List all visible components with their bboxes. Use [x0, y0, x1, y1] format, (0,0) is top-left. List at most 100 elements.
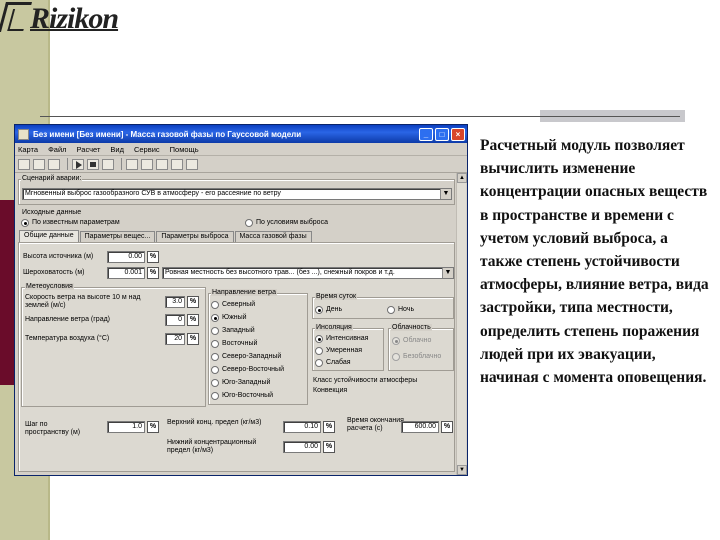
height-input[interactable]: 0.00 [107, 251, 145, 263]
paste-icon[interactable] [186, 158, 198, 170]
radio-south-east[interactable] [211, 392, 219, 400]
roughness-desc: Ровная местность без высотного трав... (… [165, 269, 395, 276]
roughness-select[interactable]: Ровная местность без высотного трав... (… [162, 267, 454, 279]
chevron-down-icon[interactable]: ▼ [442, 268, 453, 278]
tab-release[interactable]: Параметры выброса [156, 231, 234, 242]
scenario-label: Сценарий аварии: [21, 175, 83, 182]
scroll-up-icon[interactable]: ▲ [457, 173, 467, 183]
toolbar-separator [67, 158, 68, 170]
menu-item-map[interactable]: Карта [18, 145, 38, 154]
scenario-select[interactable]: Мгновенный выброс газообразного СУВ в ат… [22, 188, 452, 200]
cut-icon[interactable] [156, 158, 168, 170]
client-area: ▲ ▼ Сценарий аварии: Мгновенный выброс г… [15, 173, 467, 475]
tab-strip: Общие данные Параметры вещес... Параметр… [19, 230, 313, 242]
maroon-accent-bar [0, 200, 14, 385]
roughness-label: Шероховатость (м) [23, 269, 85, 276]
menu-item-file[interactable]: Файл [48, 145, 66, 154]
radio-north[interactable] [211, 301, 219, 309]
radio-east[interactable] [211, 340, 219, 348]
north-east-label: Северо-Восточный [222, 366, 284, 373]
app-window: Без имени [Без имени] - Масса газовой фа… [14, 124, 468, 476]
new-file-icon[interactable] [18, 158, 30, 170]
report-icon[interactable] [126, 158, 138, 170]
calc-time-end-icon[interactable]: % [441, 421, 453, 433]
window-titlebar[interactable]: Без имени [Без имени] - Масса газовой фа… [15, 125, 467, 143]
vertical-scrollbar[interactable]: ▲ ▼ [456, 173, 467, 475]
radio-north-west[interactable] [211, 353, 219, 361]
radio-known-params[interactable] [21, 219, 29, 227]
wind-speed-input[interactable]: 3.0 [165, 296, 185, 308]
pause-icon[interactable] [102, 158, 114, 170]
radio-clear[interactable] [392, 353, 400, 361]
toolbar [15, 156, 467, 173]
known-params-label: По известным параметрам [32, 219, 120, 226]
lower-limit-input[interactable]: 0.00 [283, 441, 321, 453]
slide-description: Расчетный модуль позволяет вычислить изм… [480, 137, 709, 387]
maximize-button[interactable]: □ [435, 127, 449, 141]
north-west-label: Северо-Западный [222, 353, 282, 360]
calc-upper-limit-icon[interactable]: % [323, 421, 335, 433]
stability-label: Класс устойчивости атмосферы [313, 377, 418, 384]
calc-step-icon[interactable]: % [147, 421, 159, 433]
radio-night[interactable] [387, 306, 395, 314]
night-label: Ночь [398, 306, 415, 313]
calc-wind-speed-icon[interactable]: % [187, 296, 199, 308]
save-file-icon[interactable] [48, 158, 60, 170]
open-file-icon[interactable] [33, 158, 45, 170]
radio-cloudy[interactable] [392, 337, 400, 345]
menu-item-view[interactable]: Вид [110, 145, 124, 154]
calc-wind-dir-icon[interactable]: % [187, 314, 199, 326]
radio-south[interactable] [211, 314, 219, 322]
cloudiness-group [388, 328, 454, 371]
minimize-button[interactable]: _ [419, 127, 433, 141]
calc-height-icon[interactable]: % [147, 251, 159, 263]
step-input[interactable]: 1.0 [107, 421, 145, 433]
menu-item-calc[interactable]: Расчет [77, 145, 101, 154]
radio-west[interactable] [211, 327, 219, 335]
chevron-down-icon[interactable]: ▼ [440, 189, 451, 199]
radio-release-conditions[interactable] [245, 219, 253, 227]
radio-moderate[interactable] [315, 347, 323, 355]
toolbar-separator [121, 158, 122, 170]
meteo-label: Метеоусловия [25, 283, 74, 290]
moderate-label: Умеренная [326, 347, 363, 354]
air-temp-input[interactable]: 20 [165, 333, 185, 345]
scenario-value: Мгновенный выброс газообразного СУВ в ат… [25, 190, 281, 197]
radio-weak[interactable] [315, 359, 323, 367]
run-icon[interactable] [72, 158, 84, 170]
tab-general[interactable]: Общие данные [19, 230, 79, 242]
wind-direction-label: Направление ветра [211, 289, 277, 296]
tab-substance[interactable]: Параметры вещес... [79, 231, 156, 242]
radio-intense[interactable] [315, 335, 323, 343]
scroll-down-icon[interactable]: ▼ [457, 465, 467, 475]
calc-air-temp-icon[interactable]: % [187, 333, 199, 345]
logo-mark-icon [0, 2, 33, 32]
stop-icon[interactable] [87, 158, 99, 170]
wind-speed-label: Скорость ветра на высоте 10 м над землей… [25, 294, 141, 309]
header-divider [40, 116, 680, 117]
radio-north-east[interactable] [211, 366, 219, 374]
close-button[interactable]: × [451, 127, 465, 141]
roughness-input[interactable]: 0.001 [107, 267, 145, 279]
source-data-label: Исходные данные [21, 209, 83, 216]
time-of-day-label: Время суток [315, 293, 358, 300]
calc-roughness-icon[interactable]: % [147, 267, 159, 279]
stability-value: Конвекция [313, 387, 348, 394]
calc-lower-limit-icon[interactable]: % [323, 441, 335, 453]
wind-dir-input[interactable]: 0 [165, 314, 185, 326]
window-title: Без имени [Без имени] - Масса газовой фа… [33, 129, 302, 139]
time-end-input[interactable]: 600.00 [401, 421, 439, 433]
tab-gas-mass[interactable]: Масса газовой фазы [234, 231, 312, 242]
upper-limit-input[interactable]: 0.10 [283, 421, 321, 433]
radio-day[interactable] [315, 306, 323, 314]
north-label: Северный [222, 301, 256, 308]
chart-icon[interactable] [141, 158, 153, 170]
south-east-label: Юго-Восточный [222, 392, 274, 399]
copy-icon[interactable] [171, 158, 183, 170]
west-label: Западный [222, 327, 255, 334]
south-label: Южный [222, 314, 247, 321]
air-temp-label: Температура воздуха (°С) [25, 335, 110, 342]
radio-south-west[interactable] [211, 379, 219, 387]
menu-item-service[interactable]: Сервис [134, 145, 160, 154]
menu-item-help[interactable]: Помощь [170, 145, 199, 154]
